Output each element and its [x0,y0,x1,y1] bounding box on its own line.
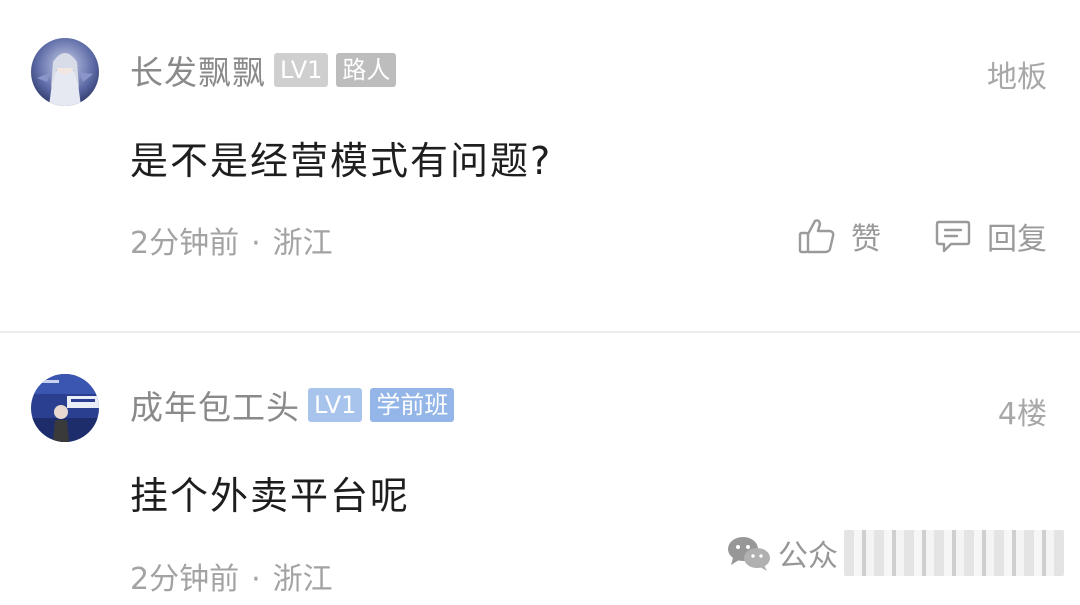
comment-meta: 2分钟前 · 浙江 [130,218,333,262]
floor-label: 4楼 [997,397,1047,432]
watermark: 公众 [726,530,1064,576]
meta-separator: · [251,562,261,597]
comment-actions: 赞 回复 [797,214,1047,258]
reply-button[interactable]: 回复 [933,214,1047,258]
user-info-row: 长发飘飘 LV1 路人 [130,46,397,94]
comment-time: 2分钟前 [130,562,240,597]
reply-label: 回复 [987,222,1047,257]
wechat-icon [726,533,772,573]
like-label: 赞 [851,222,881,257]
thumbs-up-icon [797,216,837,256]
comment-bubble-icon [933,216,973,256]
comment-list: 长发飘飘 LV1 路人 地板 是不是经营模式有问题? 2分钟前 · 浙江 赞 回… [0,0,1080,605]
comment-text: 挂个外卖平台呢 [130,474,411,518]
username[interactable]: 成年包工头 [130,381,300,429]
rank-badge: 路人 [336,53,397,87]
comment-text: 是不是经营模式有问题? [130,139,553,183]
user-info-row: 成年包工头 LV1 学前班 [130,381,455,429]
comment-meta: 2分钟前 · 浙江 [130,554,333,598]
level-badge: LV1 [308,388,363,422]
avatar[interactable] [31,38,99,106]
username[interactable]: 长发飘飘 [130,46,266,94]
rank-badge: 学前班 [370,388,455,422]
avatar[interactable] [31,374,99,442]
comment-item: 长发飘飘 LV1 路人 地板 是不是经营模式有问题? 2分钟前 · 浙江 赞 回… [0,0,1080,330]
comment-time: 2分钟前 [130,226,240,261]
meta-separator: · [251,226,261,261]
comment-location: 浙江 [272,562,333,597]
comment-location: 浙江 [272,226,333,261]
level-badge: LV1 [274,53,329,87]
like-button[interactable]: 赞 [797,214,881,258]
watermark-obscured-text [844,530,1064,576]
watermark-text: 公众 [778,539,838,574]
floor-label: 地板 [987,60,1047,95]
